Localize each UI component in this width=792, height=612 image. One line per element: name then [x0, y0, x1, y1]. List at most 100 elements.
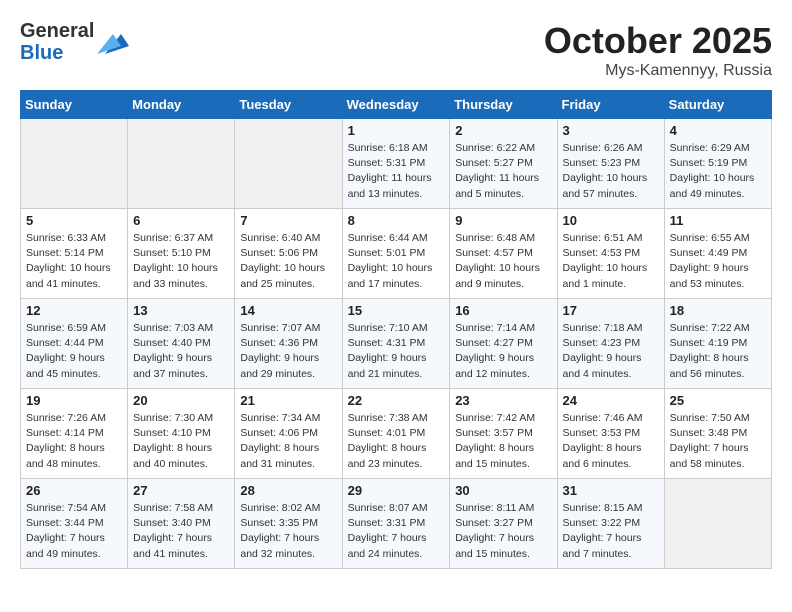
day-info: Sunrise: 8:11 AM Sunset: 3:27 PM Dayligh…	[455, 501, 551, 562]
logo-icon	[97, 26, 129, 58]
day-number: 14	[240, 303, 336, 318]
day-info: Sunrise: 6:22 AM Sunset: 5:27 PM Dayligh…	[455, 141, 551, 202]
calendar-cell: 18 Sunrise: 7:22 AM Sunset: 4:19 PM Dayli…	[664, 299, 771, 389]
calendar-cell: 8Sunrise: 6:44 AM Sunset: 5:01 PM Daylig…	[342, 209, 450, 299]
calendar-cell	[664, 479, 771, 569]
day-number: 3	[563, 123, 659, 138]
day-number: 21	[240, 393, 336, 408]
day-number: 18	[670, 303, 766, 318]
calendar-cell: 20Sunrise: 7:30 AM Sunset: 4:10 PM Dayli…	[128, 389, 235, 479]
calendar-cell: 16Sunrise: 7:14 AM Sunset: 4:27 PM Dayli…	[450, 299, 557, 389]
day-number: 10	[563, 213, 659, 228]
day-number: 25	[670, 393, 766, 408]
day-number: 7	[240, 213, 336, 228]
day-number: 5	[26, 213, 122, 228]
day-number: 2	[455, 123, 551, 138]
col-header-tuesday: Tuesday	[235, 91, 342, 119]
day-info: Sunrise: 7:54 AM Sunset: 3:44 PM Dayligh…	[26, 501, 122, 562]
day-info: Sunrise: 6:59 AM Sunset: 4:44 PM Dayligh…	[26, 321, 122, 382]
calendar-cell: 29 Sunrise: 8:07 AM Sunset: 3:31 PM Dayli…	[342, 479, 450, 569]
calendar-cell: 3 Sunrise: 6:26 AM Sunset: 5:23 PM Daylig…	[557, 119, 664, 209]
day-info: Sunrise: 7:42 AM Sunset: 3:57 PM Dayligh…	[455, 411, 551, 472]
col-header-saturday: Saturday	[664, 91, 771, 119]
calendar-cell: 26 Sunrise: 7:54 AM Sunset: 3:44 PM Dayli…	[21, 479, 128, 569]
location: Mys-Kamennyy, Russia	[544, 62, 772, 80]
day-info: Sunrise: 6:48 AM Sunset: 4:57 PM Dayligh…	[455, 231, 551, 292]
calendar-cell	[21, 119, 128, 209]
day-info: Sunrise: 6:40 AM Sunset: 5:06 PM Dayligh…	[240, 231, 336, 292]
calendar-cell: 10 Sunrise: 6:51 AM Sunset: 4:53 PM Dayli…	[557, 209, 664, 299]
day-info: Sunrise: 6:29 AM Sunset: 5:19 PM Dayligh…	[670, 141, 766, 202]
calendar-cell	[235, 119, 342, 209]
calendar-cell: 12 Sunrise: 6:59 AM Sunset: 4:44 PM Dayli…	[21, 299, 128, 389]
calendar-cell: 14 Sunrise: 7:07 AM Sunset: 4:36 PM Dayli…	[235, 299, 342, 389]
calendar-cell	[128, 119, 235, 209]
day-info: Sunrise: 6:26 AM Sunset: 5:23 PM Dayligh…	[563, 141, 659, 202]
day-number: 29	[348, 483, 445, 498]
calendar-cell: 28 Sunrise: 8:02 AM Sunset: 3:35 PM Dayli…	[235, 479, 342, 569]
day-number: 12	[26, 303, 122, 318]
day-info: Sunrise: 6:18 AM Sunset: 5:31 PM Dayligh…	[348, 141, 445, 202]
day-number: 23	[455, 393, 551, 408]
day-info: Sunrise: 6:51 AM Sunset: 4:53 PM Dayligh…	[563, 231, 659, 292]
calendar-cell: 23 Sunrise: 7:42 AM Sunset: 3:57 PM Dayli…	[450, 389, 557, 479]
calendar-cell: 15Sunrise: 7:10 AM Sunset: 4:31 PM Dayli…	[342, 299, 450, 389]
logo-general: General	[20, 20, 94, 42]
day-info: Sunrise: 7:07 AM Sunset: 4:36 PM Dayligh…	[240, 321, 336, 382]
day-info: Sunrise: 7:18 AM Sunset: 4:23 PM Dayligh…	[563, 321, 659, 382]
col-header-sunday: Sunday	[21, 91, 128, 119]
day-info: Sunrise: 7:22 AM Sunset: 4:19 PM Dayligh…	[670, 321, 766, 382]
day-info: Sunrise: 7:34 AM Sunset: 4:06 PM Dayligh…	[240, 411, 336, 472]
calendar-cell: 13Sunrise: 7:03 AM Sunset: 4:40 PM Dayli…	[128, 299, 235, 389]
calendar-cell: 19 Sunrise: 7:26 AM Sunset: 4:14 PM Dayli…	[21, 389, 128, 479]
page-header: General Blue October 2025 Mys-Kamennyy, …	[20, 20, 772, 80]
logo-blue: Blue	[20, 42, 94, 64]
day-number: 9	[455, 213, 551, 228]
col-header-friday: Friday	[557, 91, 664, 119]
calendar-cell: 27Sunrise: 7:58 AM Sunset: 3:40 PM Dayli…	[128, 479, 235, 569]
day-number: 17	[563, 303, 659, 318]
calendar-cell: 6 Sunrise: 6:37 AM Sunset: 5:10 PM Daylig…	[128, 209, 235, 299]
week-row-3: 12 Sunrise: 6:59 AM Sunset: 4:44 PM Dayli…	[21, 299, 772, 389]
day-info: Sunrise: 7:26 AM Sunset: 4:14 PM Dayligh…	[26, 411, 122, 472]
calendar-cell: 9 Sunrise: 6:48 AM Sunset: 4:57 PM Daylig…	[450, 209, 557, 299]
title-block: October 2025 Mys-Kamennyy, Russia	[544, 20, 772, 80]
day-number: 20	[133, 393, 229, 408]
calendar-cell: 22Sunrise: 7:38 AM Sunset: 4:01 PM Dayli…	[342, 389, 450, 479]
day-number: 4	[670, 123, 766, 138]
day-info: Sunrise: 6:33 AM Sunset: 5:14 PM Dayligh…	[26, 231, 122, 292]
calendar-cell: 1 Sunrise: 6:18 AM Sunset: 5:31 PM Daylig…	[342, 119, 450, 209]
day-number: 8	[348, 213, 445, 228]
day-number: 28	[240, 483, 336, 498]
day-info: Sunrise: 8:15 AM Sunset: 3:22 PM Dayligh…	[563, 501, 659, 562]
day-number: 19	[26, 393, 122, 408]
day-info: Sunrise: 7:46 AM Sunset: 3:53 PM Dayligh…	[563, 411, 659, 472]
day-number: 30	[455, 483, 551, 498]
header-row: SundayMondayTuesdayWednesdayThursdayFrid…	[21, 91, 772, 119]
day-info: Sunrise: 7:14 AM Sunset: 4:27 PM Dayligh…	[455, 321, 551, 382]
day-number: 31	[563, 483, 659, 498]
week-row-4: 19 Sunrise: 7:26 AM Sunset: 4:14 PM Dayli…	[21, 389, 772, 479]
day-info: Sunrise: 8:07 AM Sunset: 3:31 PM Dayligh…	[348, 501, 445, 562]
calendar-cell: 17 Sunrise: 7:18 AM Sunset: 4:23 PM Dayli…	[557, 299, 664, 389]
day-info: Sunrise: 7:10 AM Sunset: 4:31 PM Dayligh…	[348, 321, 445, 382]
day-info: Sunrise: 6:37 AM Sunset: 5:10 PM Dayligh…	[133, 231, 229, 292]
calendar-cell: 11Sunrise: 6:55 AM Sunset: 4:49 PM Dayli…	[664, 209, 771, 299]
day-number: 1	[348, 123, 445, 138]
calendar-cell: 30 Sunrise: 8:11 AM Sunset: 3:27 PM Dayli…	[450, 479, 557, 569]
week-row-5: 26 Sunrise: 7:54 AM Sunset: 3:44 PM Dayli…	[21, 479, 772, 569]
logo: General Blue	[20, 20, 129, 64]
day-info: Sunrise: 8:02 AM Sunset: 3:35 PM Dayligh…	[240, 501, 336, 562]
day-number: 26	[26, 483, 122, 498]
calendar-cell: 5 Sunrise: 6:33 AM Sunset: 5:14 PM Daylig…	[21, 209, 128, 299]
calendar-cell: 21 Sunrise: 7:34 AM Sunset: 4:06 PM Dayli…	[235, 389, 342, 479]
day-number: 22	[348, 393, 445, 408]
day-number: 6	[133, 213, 229, 228]
calendar-table: SundayMondayTuesdayWednesdayThursdayFrid…	[20, 90, 772, 569]
logo-text: General Blue	[20, 20, 129, 64]
day-number: 11	[670, 213, 766, 228]
col-header-monday: Monday	[128, 91, 235, 119]
week-row-1: 1 Sunrise: 6:18 AM Sunset: 5:31 PM Daylig…	[21, 119, 772, 209]
calendar-cell: 25Sunrise: 7:50 AM Sunset: 3:48 PM Dayli…	[664, 389, 771, 479]
col-header-wednesday: Wednesday	[342, 91, 450, 119]
